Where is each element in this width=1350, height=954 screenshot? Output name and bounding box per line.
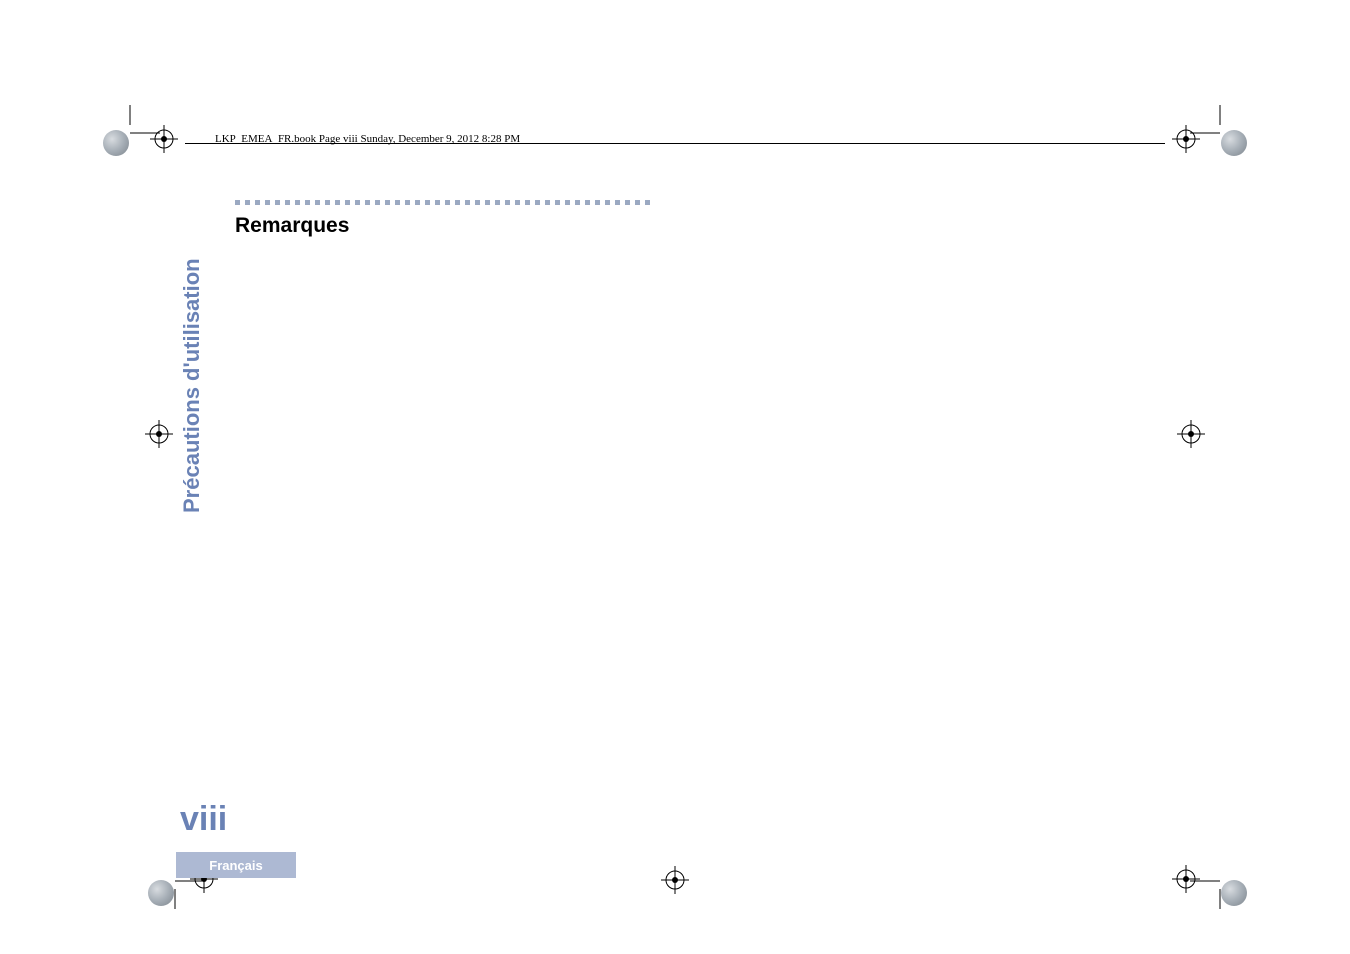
dashed-separator bbox=[235, 200, 650, 205]
registration-mark-bottom-center bbox=[661, 866, 689, 899]
registration-mark-right-middle bbox=[1177, 420, 1205, 453]
section-heading: Remarques bbox=[235, 214, 349, 238]
sidebar-vertical-label: Précautions d'utilisation bbox=[179, 258, 205, 513]
registration-mark-right-top bbox=[1172, 125, 1200, 158]
language-tab-text: Français bbox=[209, 858, 262, 873]
language-tab: Français bbox=[176, 852, 296, 878]
corner-circle-top-right bbox=[1221, 130, 1247, 156]
page-number: viii bbox=[180, 800, 227, 839]
registration-mark-right-bottom bbox=[1172, 865, 1200, 898]
corner-circle-top-left bbox=[103, 130, 129, 156]
running-head-text: LKP_EMEA_FR.book Page viii Sunday, Decem… bbox=[215, 133, 520, 145]
corner-circle-bottom-right bbox=[1221, 880, 1247, 906]
registration-mark-left-top bbox=[150, 125, 178, 158]
registration-mark-left-middle bbox=[145, 420, 173, 453]
corner-circle-bottom-left bbox=[148, 880, 174, 906]
